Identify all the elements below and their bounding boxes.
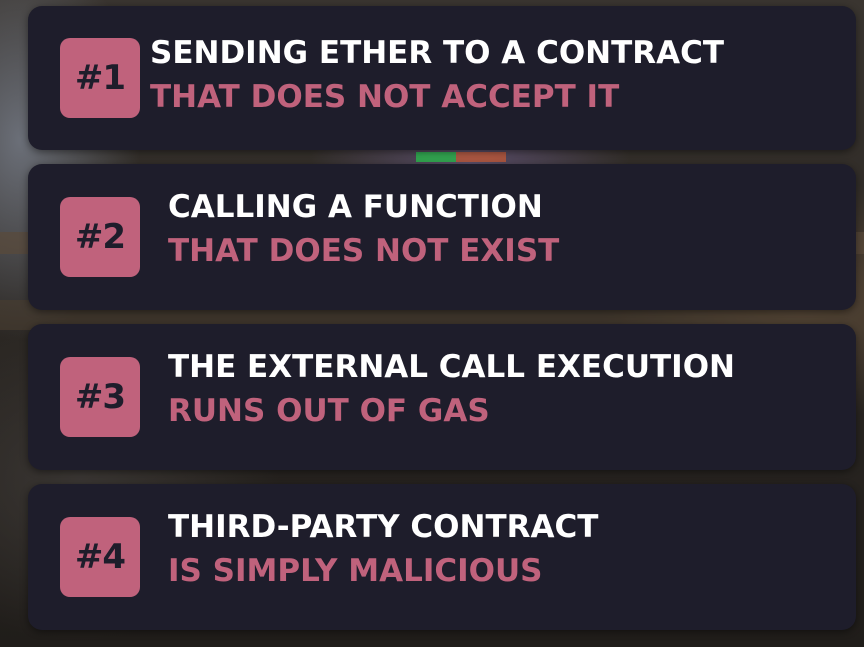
- number-badge: #2: [60, 197, 140, 277]
- number-badge: #4: [60, 517, 140, 597]
- reason-title: CALLING A FUNCTION: [168, 189, 543, 225]
- reason-card-2: #2 CALLING A FUNCTION THAT DOES NOT EXIS…: [28, 164, 856, 310]
- reason-text: THIRD-PARTY CONTRACT IS SIMPLY MALICIOUS: [168, 512, 598, 587]
- reason-subtitle: THAT DOES NOT ACCEPT IT: [150, 79, 620, 115]
- reason-card-4: #4 THIRD-PARTY CONTRACT IS SIMPLY MALICI…: [28, 484, 856, 630]
- reason-subtitle: IS SIMPLY MALICIOUS: [168, 553, 543, 589]
- number-badge: #1: [60, 38, 140, 118]
- reason-text: CALLING A FUNCTION THAT DOES NOT EXIST: [168, 192, 559, 267]
- reason-subtitle: THAT DOES NOT EXIST: [168, 233, 560, 269]
- number-badge: #3: [60, 357, 140, 437]
- reason-subtitle: RUNS OUT OF GAS: [168, 393, 490, 429]
- reason-title: THIRD-PARTY CONTRACT: [168, 509, 599, 545]
- reason-card-1: #1 SENDING ETHER TO A CONTRACT THAT DOES…: [28, 6, 856, 150]
- reason-title: SENDING ETHER TO A CONTRACT: [150, 35, 725, 71]
- reason-card-3: #3 THE EXTERNAL CALL EXECUTION RUNS OUT …: [28, 324, 856, 470]
- reason-text: SENDING ETHER TO A CONTRACT THAT DOES NO…: [150, 38, 724, 113]
- reasons-list: #1 SENDING ETHER TO A CONTRACT THAT DOES…: [0, 0, 864, 647]
- reason-title: THE EXTERNAL CALL EXECUTION: [168, 349, 736, 385]
- reason-text: THE EXTERNAL CALL EXECUTION RUNS OUT OF …: [168, 352, 735, 427]
